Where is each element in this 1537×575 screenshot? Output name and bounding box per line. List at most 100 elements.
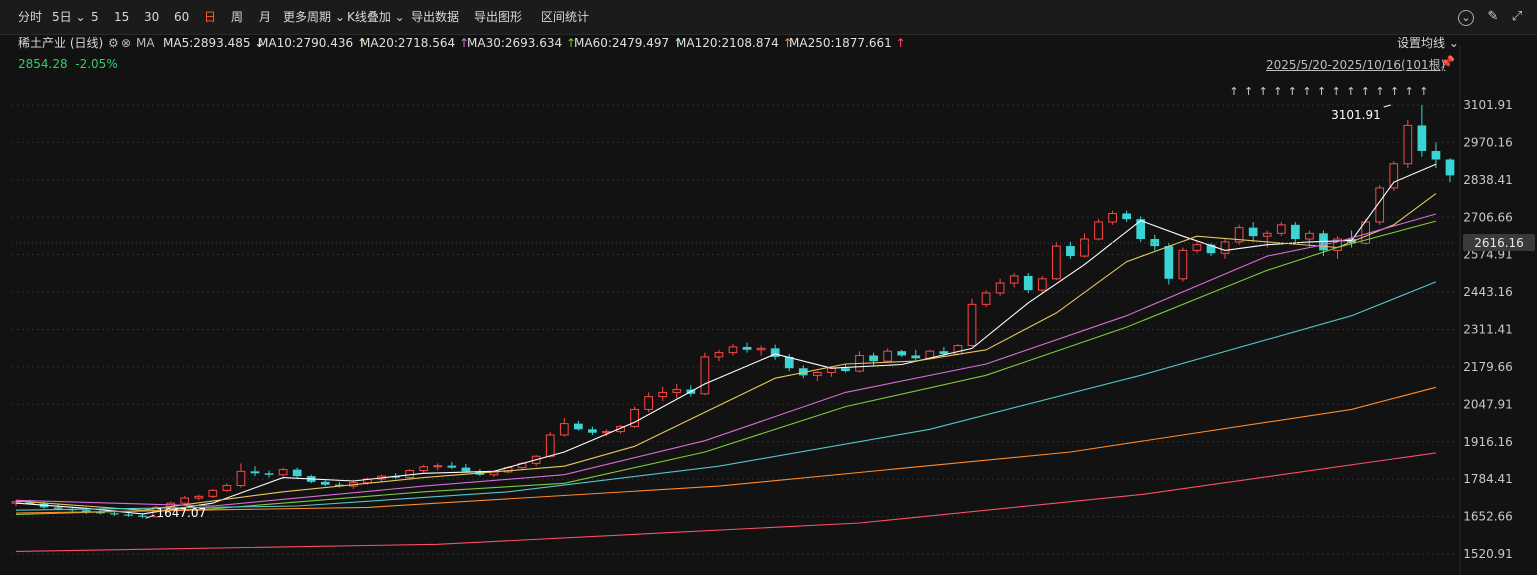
candle-body [278, 469, 288, 476]
signal-arrow: ↑ [1317, 85, 1326, 98]
candle-body [250, 471, 260, 474]
y-tick-label: 2838.41 [1463, 173, 1513, 187]
candle-body [180, 497, 190, 504]
candle-body [1290, 224, 1300, 240]
signal-arrow: ↑ [1361, 85, 1370, 98]
ma-line-ma30 [15, 220, 1437, 516]
candle-body [967, 303, 977, 347]
signal-arrow: ↑ [1419, 85, 1428, 98]
candle-body [1023, 275, 1033, 291]
low-label: 1647.07 [157, 506, 207, 520]
candle-body [1276, 224, 1286, 234]
candle-body [1417, 125, 1427, 151]
signal-arrow: ↑ [1346, 85, 1355, 98]
candle-body [1150, 239, 1160, 247]
candle-body [897, 351, 907, 356]
candle-body [461, 467, 471, 472]
candle-body [292, 469, 302, 477]
candle-body [827, 367, 836, 374]
candle-body [1122, 213, 1132, 220]
signal-arrow: ↑ [1332, 85, 1341, 98]
candle-body [1403, 124, 1413, 165]
candle-body [869, 355, 878, 362]
signal-arrow: ↑ [1288, 85, 1297, 98]
candle-body [812, 372, 822, 376]
candle-body [236, 470, 246, 487]
candle-body [559, 423, 569, 436]
signal-arrow: ↑ [1273, 85, 1282, 98]
ma-line-ma60 [15, 281, 1437, 511]
candle-body [1445, 159, 1455, 176]
signal-arrow: ↑ [1405, 85, 1414, 98]
candle-body [1220, 241, 1230, 254]
ma-line-ma250 [15, 452, 1436, 552]
candle-body [433, 465, 443, 468]
current-price-label: 2616.16 [1474, 236, 1524, 250]
candle-body [995, 282, 1005, 294]
candle-body [981, 292, 991, 305]
candle-body [208, 489, 218, 497]
candle-body [1389, 163, 1399, 189]
candle-body [588, 429, 597, 433]
y-tick-label: 1652.66 [1463, 510, 1513, 524]
ma-line-ma20 [15, 213, 1437, 507]
candle-body [1248, 227, 1258, 237]
candle-body [222, 485, 232, 491]
candle-body [1094, 221, 1103, 240]
signal-arrow: ↑ [1259, 85, 1268, 98]
candle-body [124, 514, 133, 516]
y-tick-label: 3101.91 [1463, 98, 1513, 112]
candle-body [1066, 246, 1075, 257]
candle-body [644, 396, 654, 410]
candle-body [447, 465, 457, 468]
signal-arrow: ↑ [1390, 85, 1399, 98]
candle-body [1108, 212, 1117, 223]
signal-arrow: ↑ [1302, 85, 1311, 98]
signal-arrow: ↑ [1375, 85, 1384, 98]
candle-body [1178, 249, 1188, 280]
candle-body [911, 355, 921, 359]
y-tick-label: 2970.16 [1463, 135, 1513, 149]
candle-body [1192, 244, 1202, 251]
candle-body [1262, 232, 1272, 237]
y-tick-label: 2179.66 [1463, 360, 1513, 374]
ma-line-ma5 [15, 163, 1437, 515]
candle-body [320, 481, 330, 485]
y-tick-label: 2047.91 [1463, 397, 1513, 411]
candle-body [1080, 238, 1089, 257]
candle-body [756, 347, 766, 351]
signal-arrow: ↑ [1229, 85, 1238, 98]
candle-body [728, 346, 738, 354]
candle-body [672, 389, 682, 393]
candle-body [1431, 150, 1441, 160]
candle-body [883, 350, 893, 362]
candle-body [1305, 232, 1314, 240]
y-tick-label: 2311.41 [1463, 323, 1513, 337]
candle-body [841, 368, 850, 372]
candle-body [1164, 246, 1174, 279]
candle-body [700, 356, 710, 395]
candle-body [714, 352, 724, 358]
candle-body [573, 423, 583, 430]
candle-body [110, 513, 119, 515]
candle-body [194, 495, 204, 499]
candle-body [53, 507, 63, 509]
candle-body [138, 515, 147, 517]
candle-body [419, 466, 429, 471]
y-tick-label: 1520.91 [1463, 547, 1513, 561]
candle-body [264, 473, 274, 475]
high-label: 3101.91 [1331, 108, 1381, 122]
y-tick-label: 2706.66 [1463, 210, 1513, 224]
candle-body [1009, 275, 1019, 284]
ma-line-ma120 [15, 386, 1437, 514]
candle-body [658, 391, 668, 398]
y-tick-label: 1916.16 [1463, 435, 1513, 449]
candle-body [1037, 278, 1047, 291]
y-tick-label: 1784.41 [1463, 472, 1513, 486]
candlestick-chart[interactable]: 3101.912970.162838.412706.662574.912443.… [0, 0, 1537, 575]
candle-body [545, 434, 555, 457]
signal-arrow: ↑ [1244, 85, 1253, 98]
candle-body [1051, 245, 1061, 280]
y-tick-label: 2443.16 [1463, 285, 1513, 299]
candle-body [742, 346, 752, 350]
